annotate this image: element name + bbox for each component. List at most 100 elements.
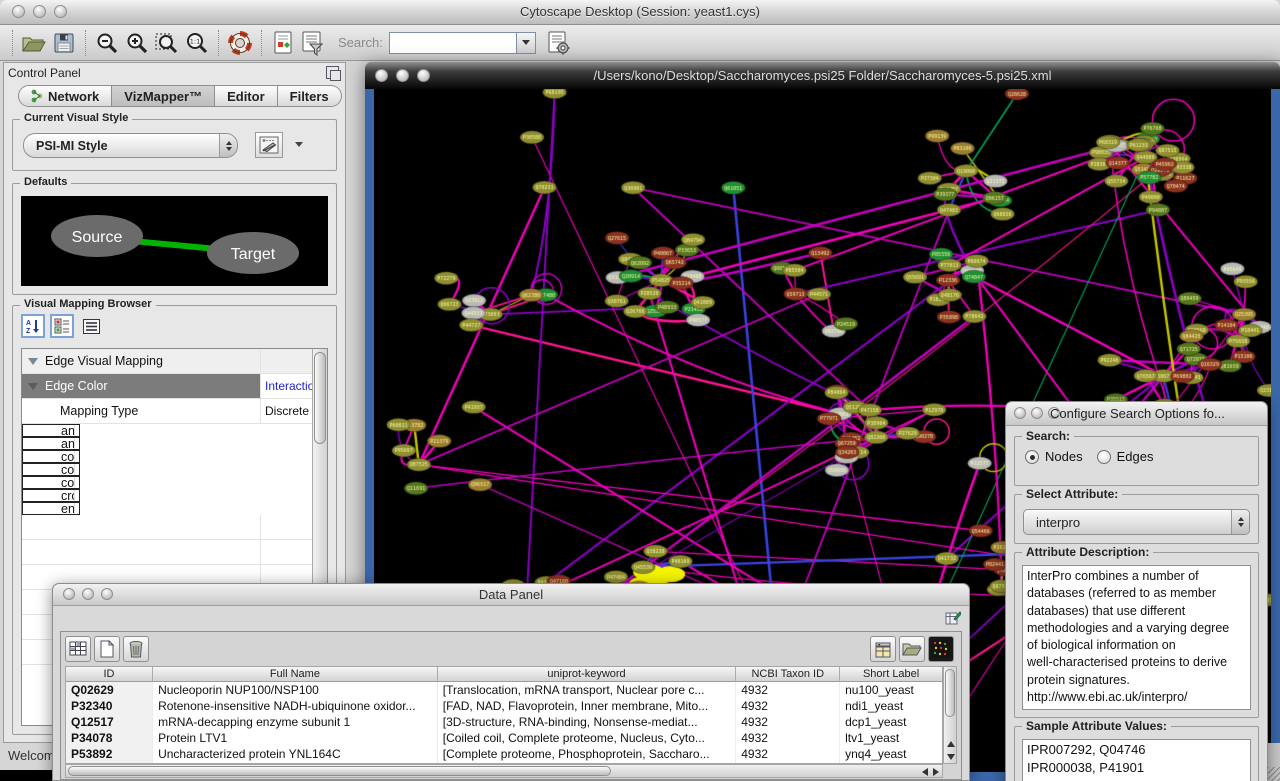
- mapping-row[interactable]: Edge ColorInteractio...: [22, 374, 327, 399]
- scrollbar-thumb[interactable]: [314, 352, 326, 444]
- table-cell[interactable]: [Translocation, mRNA transport, Nuclear …: [438, 682, 737, 698]
- attribute-batch-button[interactable]: [870, 636, 896, 662]
- table-cell[interactable]: 4932: [736, 682, 840, 698]
- group-by-category-button[interactable]: [50, 314, 74, 338]
- data-panel-titlebar[interactable]: Data Panel: [53, 584, 969, 606]
- tab-editor[interactable]: Editor: [215, 85, 278, 107]
- filter-button[interactable]: [298, 28, 328, 58]
- table-cell[interactable]: [3D-structure, RNA-binding, Nonsense-med…: [438, 714, 737, 730]
- sample-value[interactable]: IPR007292, Q04746: [1023, 740, 1250, 758]
- radio-nodes[interactable]: [1025, 450, 1039, 464]
- table-cell[interactable]: 4932: [736, 714, 840, 730]
- table-row[interactable]: Q12517mRNA-decapping enzyme subunit 1[3D…: [66, 714, 942, 730]
- column-header[interactable]: Short Label: [840, 667, 942, 681]
- table-row[interactable]: P53892Uncharacterized protein YNL164C[Co…: [66, 746, 942, 762]
- scroll-down-arrow[interactable]: [947, 754, 955, 760]
- table-cell[interactable]: Q12517: [66, 714, 153, 730]
- help-button[interactable]: [225, 28, 255, 58]
- mapping-row[interactable]: Mapping TypeDiscrete ...: [22, 399, 327, 424]
- radio-edges[interactable]: [1097, 450, 1111, 464]
- mapping-row[interactable]: copurification: [22, 476, 80, 489]
- scroll-left-arrow[interactable]: [922, 768, 928, 776]
- table-cell[interactable]: 4932: [736, 730, 840, 746]
- configure-search-button[interactable]: [544, 28, 574, 58]
- visual-style-combobox[interactable]: PSI-MI Style: [23, 133, 238, 158]
- resize-grip[interactable]: [1267, 743, 1280, 781]
- sample-value[interactable]: IPR000038, P41901: [1023, 758, 1250, 776]
- table-row[interactable]: P32340Rotenone-insensitive NADH-ubiquino…: [66, 698, 942, 714]
- table-cell[interactable]: [FAD, NAD, Flavoprotein, Inner membrane,…: [438, 698, 737, 714]
- table-cell[interactable]: ltv1_yeast: [840, 730, 942, 746]
- network-titlebar[interactable]: /Users/kono/Desktop/Saccharomyces.psi25 …: [365, 62, 1280, 89]
- mapping-row[interactable]: Edge Visual Mapping: [22, 349, 327, 374]
- zoom-fit-button[interactable]: 1:1: [182, 28, 212, 58]
- table-horizontal-scrollbar[interactable]: [65, 764, 943, 778]
- column-header[interactable]: ID: [66, 667, 153, 681]
- table-cell[interactable]: dcp1_yeast: [840, 714, 942, 730]
- scroll-right-arrow[interactable]: [933, 768, 939, 776]
- sample-value[interactable]: IPR001388, P33328: [1023, 776, 1250, 781]
- table-cell[interactable]: Uncharacterized protein YNL164C: [153, 746, 438, 762]
- zoom-selected-button[interactable]: [152, 28, 182, 58]
- tab-filters[interactable]: Filters: [278, 85, 342, 107]
- scrollbar-thumb[interactable]: [945, 669, 955, 717]
- dialog-titlebar[interactable]: Configure Search Options fo...: [1006, 402, 1267, 426]
- mapping-row[interactable]: anti bait coimmunoprecipitation: [22, 424, 80, 437]
- table-cell[interactable]: 4932: [736, 698, 840, 714]
- table-cell[interactable]: 4932: [736, 746, 840, 762]
- table-cell[interactable]: Nucleoporin NUP100/NSP100: [153, 682, 438, 698]
- select-attributes-button[interactable]: [65, 636, 91, 662]
- table-cell[interactable]: ynq4_yeast: [840, 746, 942, 762]
- scroll-up-arrow[interactable]: [947, 741, 955, 747]
- table-cell[interactable]: P34078: [66, 730, 153, 746]
- float-panel-button[interactable]: [945, 610, 961, 626]
- disclosure-triangle-icon[interactable]: [28, 358, 38, 365]
- table-cell[interactable]: [Complete proteome, Phosphoprotein, Sacc…: [438, 746, 737, 762]
- minimize-button[interactable]: [1031, 407, 1043, 419]
- disclosure-triangle-icon[interactable]: [28, 383, 38, 390]
- create-view-button[interactable]: [268, 28, 298, 58]
- table-cell[interactable]: mRNA-decapping enzyme subunit 1: [153, 714, 438, 730]
- legend-button[interactable]: [79, 314, 103, 338]
- column-header[interactable]: NCBI Taxon ID: [736, 667, 840, 681]
- mapping-row[interactable]: enzyme linked immunosorben...: [22, 502, 80, 515]
- attribute-combobox[interactable]: interpro: [1023, 509, 1250, 535]
- defaults-preview[interactable]: Source Target: [21, 196, 328, 286]
- save-button[interactable]: [49, 28, 79, 58]
- column-header[interactable]: Full Name: [153, 667, 438, 681]
- table-cell[interactable]: nu100_yeast: [840, 682, 942, 698]
- mapping-row[interactable]: anti tag coimmunoprecipitation: [22, 437, 80, 450]
- tab-vizmapper[interactable]: VizMapper™: [112, 85, 215, 107]
- zoom-in-button[interactable]: [122, 28, 152, 58]
- search-dropdown-button[interactable]: [517, 32, 536, 54]
- open-file-button[interactable]: [19, 28, 49, 58]
- table-cell[interactable]: Q02629: [66, 682, 153, 698]
- table-row[interactable]: Q02629Nucleoporin NUP100/NSP100[Transloc…: [66, 682, 942, 698]
- edit-style-button[interactable]: [255, 132, 283, 158]
- table-cell[interactable]: P53892: [66, 746, 153, 762]
- mapping-row[interactable]: cross-linking studies: [22, 489, 80, 502]
- table-cell[interactable]: Protein LTV1: [153, 730, 438, 746]
- column-header[interactable]: uniprot-keyword: [438, 667, 737, 681]
- table-cell[interactable]: Rotenone-insensitive NADH-ubiquinone oxi…: [153, 698, 438, 714]
- search-input[interactable]: [389, 32, 517, 54]
- matrix-view-button[interactable]: [928, 636, 954, 662]
- delete-attribute-button[interactable]: [123, 636, 149, 662]
- mapping-row[interactable]: colocalization/visualisation tec...: [22, 463, 80, 476]
- sort-alphabetical-button[interactable]: AZ: [21, 314, 45, 338]
- tab-network[interactable]: Network: [18, 85, 112, 107]
- table-cell[interactable]: [Coiled coil, Complete proteome, Nucleus…: [438, 730, 737, 746]
- table-cell[interactable]: ndi1_yeast: [840, 698, 942, 714]
- close-button[interactable]: [1014, 407, 1026, 419]
- new-attribute-button[interactable]: [94, 636, 120, 662]
- scrollbar-thumb[interactable]: [68, 766, 611, 776]
- table-row[interactable]: P34078Protein LTV1[Coiled coil, Complete…: [66, 730, 942, 746]
- search-combobox[interactable]: [389, 32, 536, 54]
- style-options-caret[interactable]: [295, 142, 303, 147]
- import-attributes-button[interactable]: [899, 636, 925, 662]
- main-titlebar[interactable]: Cytoscape Desktop (Session: yeast1.cys): [0, 0, 1280, 25]
- table-vertical-scrollbar[interactable]: [943, 666, 957, 764]
- table-cell[interactable]: P32340: [66, 698, 153, 714]
- mapping-row[interactable]: coimmunoprecipitation: [22, 450, 80, 463]
- float-panel-icon[interactable]: [326, 66, 339, 79]
